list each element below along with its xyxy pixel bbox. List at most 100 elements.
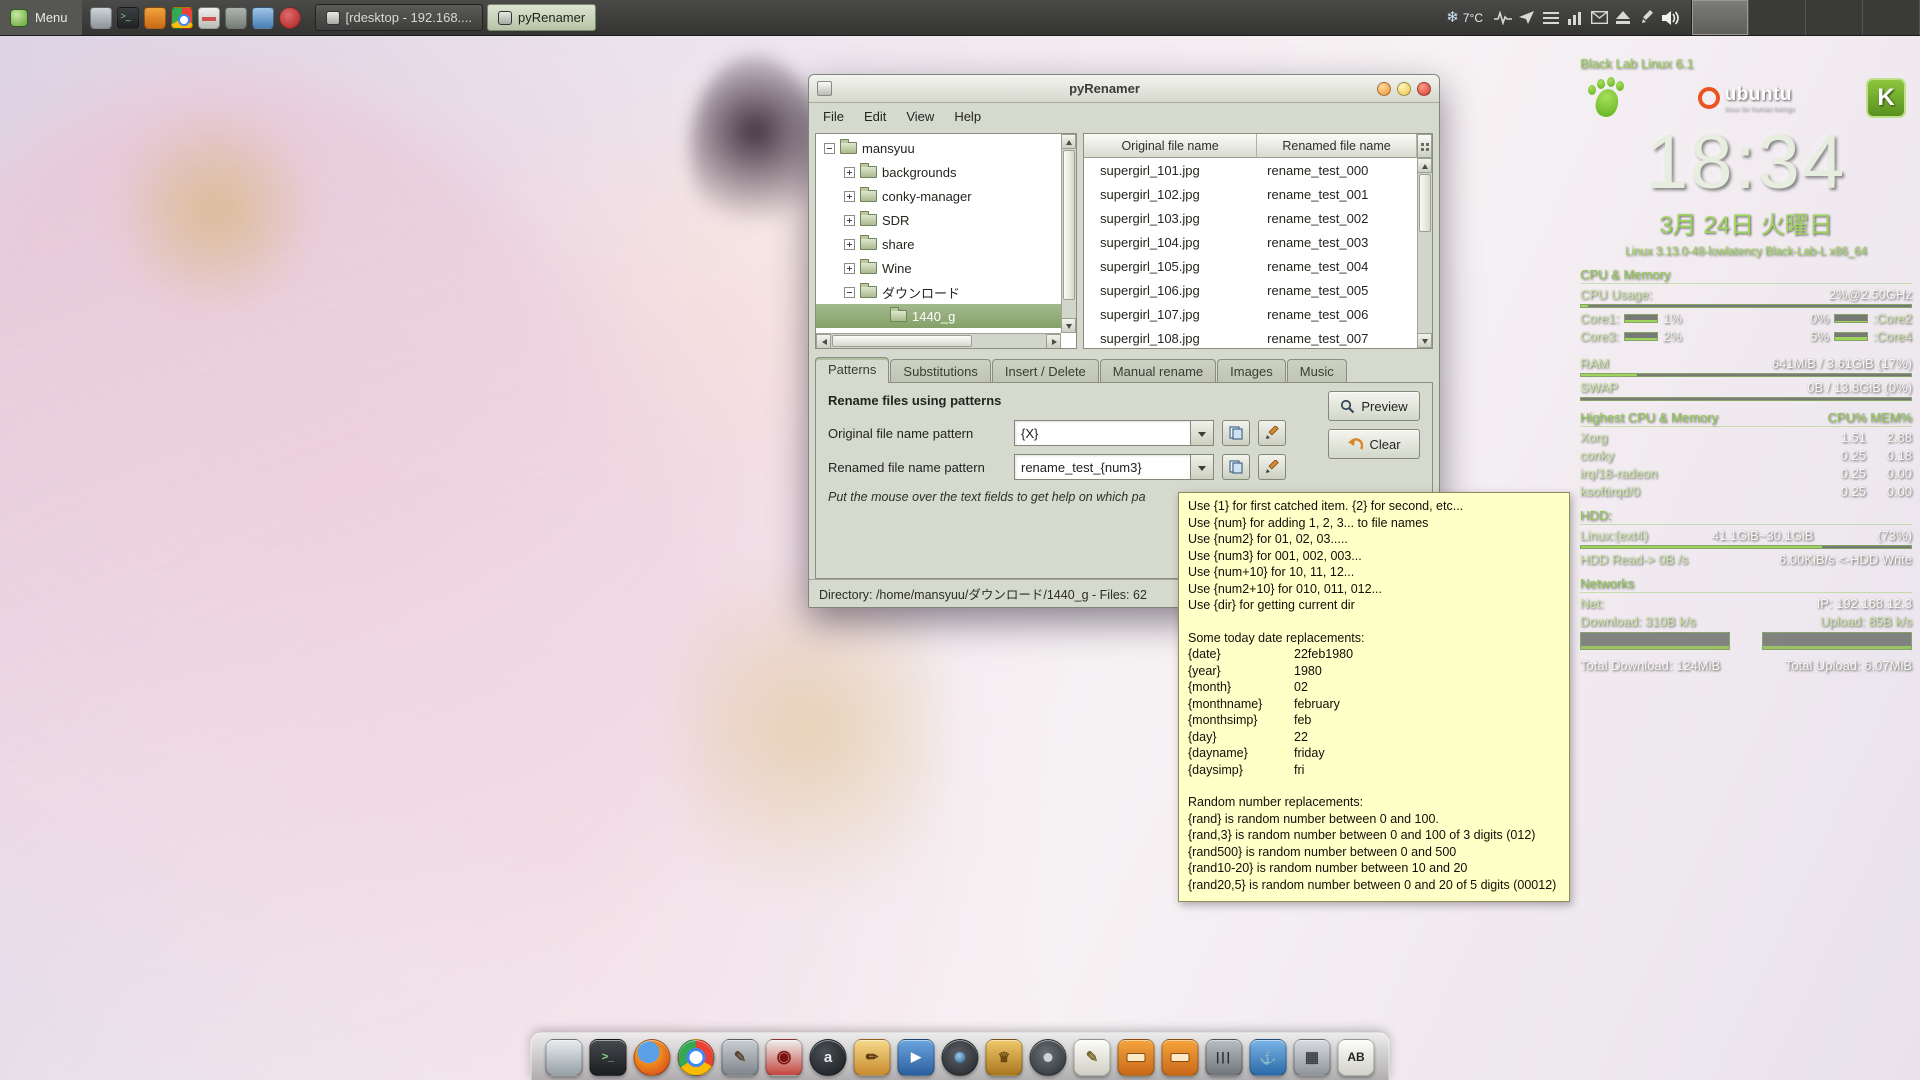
file-row[interactable]: supergirl_106.jpg rename_test_005	[1084, 278, 1417, 302]
collapse-icon[interactable]	[824, 143, 835, 154]
file-row[interactable]: supergirl_104.jpg rename_test_003	[1084, 230, 1417, 254]
eject-icon[interactable]	[1611, 6, 1635, 30]
tree-item-share[interactable]: share	[816, 232, 1061, 256]
workspace-2[interactable]	[1749, 0, 1806, 35]
chevron-down-icon[interactable]	[1190, 454, 1214, 480]
menu-file[interactable]: File	[813, 106, 854, 127]
send-icon[interactable]	[1515, 6, 1539, 30]
berry-icon[interactable]	[279, 7, 301, 29]
menu-help[interactable]: Help	[944, 106, 991, 127]
workspace-4[interactable]	[1863, 0, 1920, 35]
taskbar-item-pyrenamer[interactable]: pyRenamer	[487, 4, 596, 31]
pattern-edit-button[interactable]	[1258, 420, 1286, 446]
expand-icon[interactable]	[844, 191, 855, 202]
usb-drive-icon[interactable]	[1162, 1039, 1199, 1076]
amarok-icon[interactable]	[810, 1039, 847, 1076]
system-monitor-icon[interactable]	[198, 7, 220, 29]
pulse-icon[interactable]	[1491, 6, 1515, 30]
file-row[interactable]: supergirl_102.jpg rename_test_001	[1084, 182, 1417, 206]
close-button[interactable]	[1417, 82, 1431, 96]
gimp-icon[interactable]	[722, 1039, 759, 1076]
pattern-copy-button[interactable]	[1222, 420, 1250, 446]
tab-manual-rename[interactable]: Manual rename	[1100, 359, 1216, 383]
chrome-icon[interactable]	[171, 7, 193, 29]
maximize-button[interactable]	[1397, 82, 1411, 96]
chrome-icon[interactable]	[678, 1039, 715, 1076]
scrollbar-thumb[interactable]	[1419, 174, 1431, 232]
volume-icon[interactable]	[1659, 6, 1683, 30]
pencil-editor-icon[interactable]	[854, 1039, 891, 1076]
screenshot-icon[interactable]	[90, 7, 112, 29]
tree-vertical-scrollbar[interactable]	[1061, 134, 1076, 333]
file-row[interactable]: supergirl_103.jpg rename_test_002	[1084, 206, 1417, 230]
scroll-up-button[interactable]	[1061, 134, 1076, 149]
writer-icon[interactable]	[252, 7, 274, 29]
tree-item-downloads[interactable]: ダウンロード	[816, 280, 1061, 304]
screenshot-icon[interactable]	[546, 1039, 583, 1076]
media-app-icon[interactable]	[144, 7, 166, 29]
mixer-icon[interactable]	[1206, 1039, 1243, 1076]
menu-button[interactable]: Menu	[0, 0, 82, 35]
printer-icon[interactable]	[225, 7, 247, 29]
mail-icon[interactable]	[1587, 6, 1611, 30]
firefox-icon[interactable]	[634, 1039, 671, 1076]
tree-item-sdr[interactable]: SDR	[816, 208, 1061, 232]
webcam-icon[interactable]	[942, 1039, 979, 1076]
tree-item-mansyuu[interactable]: mansyuu	[816, 136, 1061, 160]
network-anchor-icon[interactable]	[1250, 1039, 1287, 1076]
list-icon[interactable]	[1539, 6, 1563, 30]
notes-icon[interactable]	[1074, 1039, 1111, 1076]
workspace-1[interactable]	[1692, 0, 1749, 35]
scroll-left-button[interactable]	[816, 334, 831, 349]
tree-item-conky-manager[interactable]: conky-manager	[816, 184, 1061, 208]
usb-drive-icon[interactable]	[1118, 1039, 1155, 1076]
menu-edit[interactable]: Edit	[854, 106, 896, 127]
image-viewer-icon[interactable]	[766, 1039, 803, 1076]
expand-icon[interactable]	[844, 167, 855, 178]
workspace-3[interactable]	[1806, 0, 1863, 35]
file-row[interactable]: supergirl_108.jpg rename_test_007	[1084, 326, 1417, 348]
pattern-edit-button[interactable]	[1258, 454, 1286, 480]
clear-button[interactable]: Clear	[1328, 429, 1420, 459]
disc-burner-icon[interactable]	[1030, 1039, 1067, 1076]
scrollbar-thumb[interactable]	[1063, 150, 1075, 300]
tree-item-1440g-selected[interactable]: 1440_g	[816, 304, 1061, 328]
pen-icon[interactable]	[1635, 6, 1659, 30]
scroll-down-button[interactable]	[1417, 333, 1432, 348]
tab-images[interactable]: Images	[1217, 359, 1286, 383]
tree-item-wine[interactable]: Wine	[816, 256, 1061, 280]
tree-horizontal-scrollbar[interactable]	[816, 333, 1061, 348]
taskbar-item-rdesktop[interactable]: [rdesktop - 192.168....	[315, 4, 483, 31]
column-header-renamed[interactable]: Renamed file name	[1257, 134, 1417, 158]
terminal-icon[interactable]	[590, 1039, 627, 1076]
menu-view[interactable]: View	[896, 106, 944, 127]
award-icon[interactable]	[986, 1039, 1023, 1076]
font-tool-icon[interactable]	[1338, 1039, 1375, 1076]
video-player-icon[interactable]	[898, 1039, 935, 1076]
tab-music[interactable]: Music	[1287, 359, 1347, 383]
file-row[interactable]: supergirl_107.jpg rename_test_006	[1084, 302, 1417, 326]
scroll-right-button[interactable]	[1046, 334, 1061, 349]
file-row[interactable]: supergirl_105.jpg rename_test_004	[1084, 254, 1417, 278]
list-vertical-scrollbar[interactable]	[1417, 158, 1432, 348]
tab-patterns[interactable]: Patterns	[815, 357, 889, 383]
scroll-up-button[interactable]	[1417, 158, 1432, 173]
file-row[interactable]: supergirl_101.jpg rename_test_000	[1084, 158, 1417, 182]
terminal-icon[interactable]	[117, 7, 139, 29]
tab-insert-delete[interactable]: Insert / Delete	[992, 359, 1099, 383]
chevron-down-icon[interactable]	[1190, 420, 1214, 446]
column-editor-button[interactable]	[1417, 134, 1432, 158]
tree-item-backgrounds[interactable]: backgrounds	[816, 160, 1061, 184]
column-header-original[interactable]: Original file name	[1084, 134, 1257, 158]
scroll-down-button[interactable]	[1061, 318, 1076, 333]
tab-substitutions[interactable]: Substitutions	[890, 359, 990, 383]
titlebar[interactable]: pyRenamer	[809, 75, 1439, 103]
pattern-copy-button[interactable]	[1222, 454, 1250, 480]
packages-icon[interactable]	[1294, 1039, 1331, 1076]
collapse-icon[interactable]	[844, 287, 855, 298]
scrollbar-thumb[interactable]	[832, 335, 972, 347]
expand-icon[interactable]	[844, 215, 855, 226]
preview-button[interactable]: Preview	[1328, 391, 1420, 421]
minimize-button[interactable]	[1377, 82, 1391, 96]
original-pattern-input[interactable]	[1014, 420, 1190, 446]
